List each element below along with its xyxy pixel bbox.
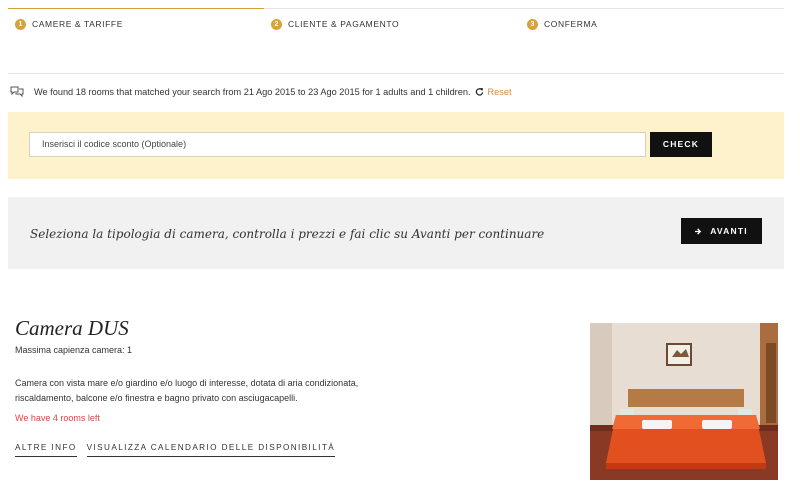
step-number: 2 [271, 18, 282, 30]
step-number: 3 [527, 18, 538, 30]
refresh-icon[interactable] [475, 87, 484, 96]
rooms-left-notice: We have 4 rooms left [15, 413, 100, 423]
booking-steps: 1 CAMERE & TARIFFE 2 CLIENTE & PAGAMENTO… [8, 8, 784, 30]
step-label: CLIENTE & PAGAMENTO [288, 19, 400, 29]
room-capacity: Massima capienza camera: 1 [15, 345, 133, 355]
more-info-link[interactable]: ALTRE INFO [15, 443, 77, 457]
select-instructions: Seleziona la tipologia di camera, contro… [30, 227, 545, 241]
check-button[interactable]: CHECK [650, 132, 712, 157]
room-title: Camera DUS [15, 316, 129, 340]
reset-link[interactable]: Reset [488, 87, 512, 97]
availability-calendar-link[interactable]: VISUALIZZA CALENDARIO DELLE DISPONIBILIT… [86, 443, 336, 457]
avanti-button[interactable]: AVANTI [681, 218, 762, 244]
avanti-label: AVANTI [710, 226, 748, 236]
room-photo[interactable] [590, 323, 778, 480]
search-summary: We found 18 rooms that matched your sear… [10, 86, 512, 97]
room-description: Camera con vista mare e/o giardino e/o l… [15, 378, 359, 403]
coupon-panel: Inserisci il codice sconto (Optionale) C… [8, 112, 784, 179]
divider [8, 73, 784, 74]
step-label: CONFERMA [544, 19, 598, 29]
step-client-payment[interactable]: 2 CLIENTE & PAGAMENTO [264, 8, 520, 30]
chat-bubbles-icon [10, 86, 24, 97]
arrow-right-icon [695, 227, 702, 235]
search-message: We found 18 rooms that matched your sear… [34, 86, 471, 97]
select-panel: Seleziona la tipologia di camera, contro… [8, 197, 784, 269]
coupon-input[interactable]: Inserisci il codice sconto (Optionale) [29, 132, 646, 157]
step-confirm[interactable]: 3 CONFERMA [520, 8, 784, 30]
step-number: 1 [15, 18, 26, 30]
step-rooms[interactable]: 1 CAMERE & TARIFFE [8, 8, 264, 30]
step-label: CAMERE & TARIFFE [32, 19, 123, 29]
room-links: ALTRE INFO VISUALIZZA CALENDARIO DELLE D… [15, 443, 336, 457]
